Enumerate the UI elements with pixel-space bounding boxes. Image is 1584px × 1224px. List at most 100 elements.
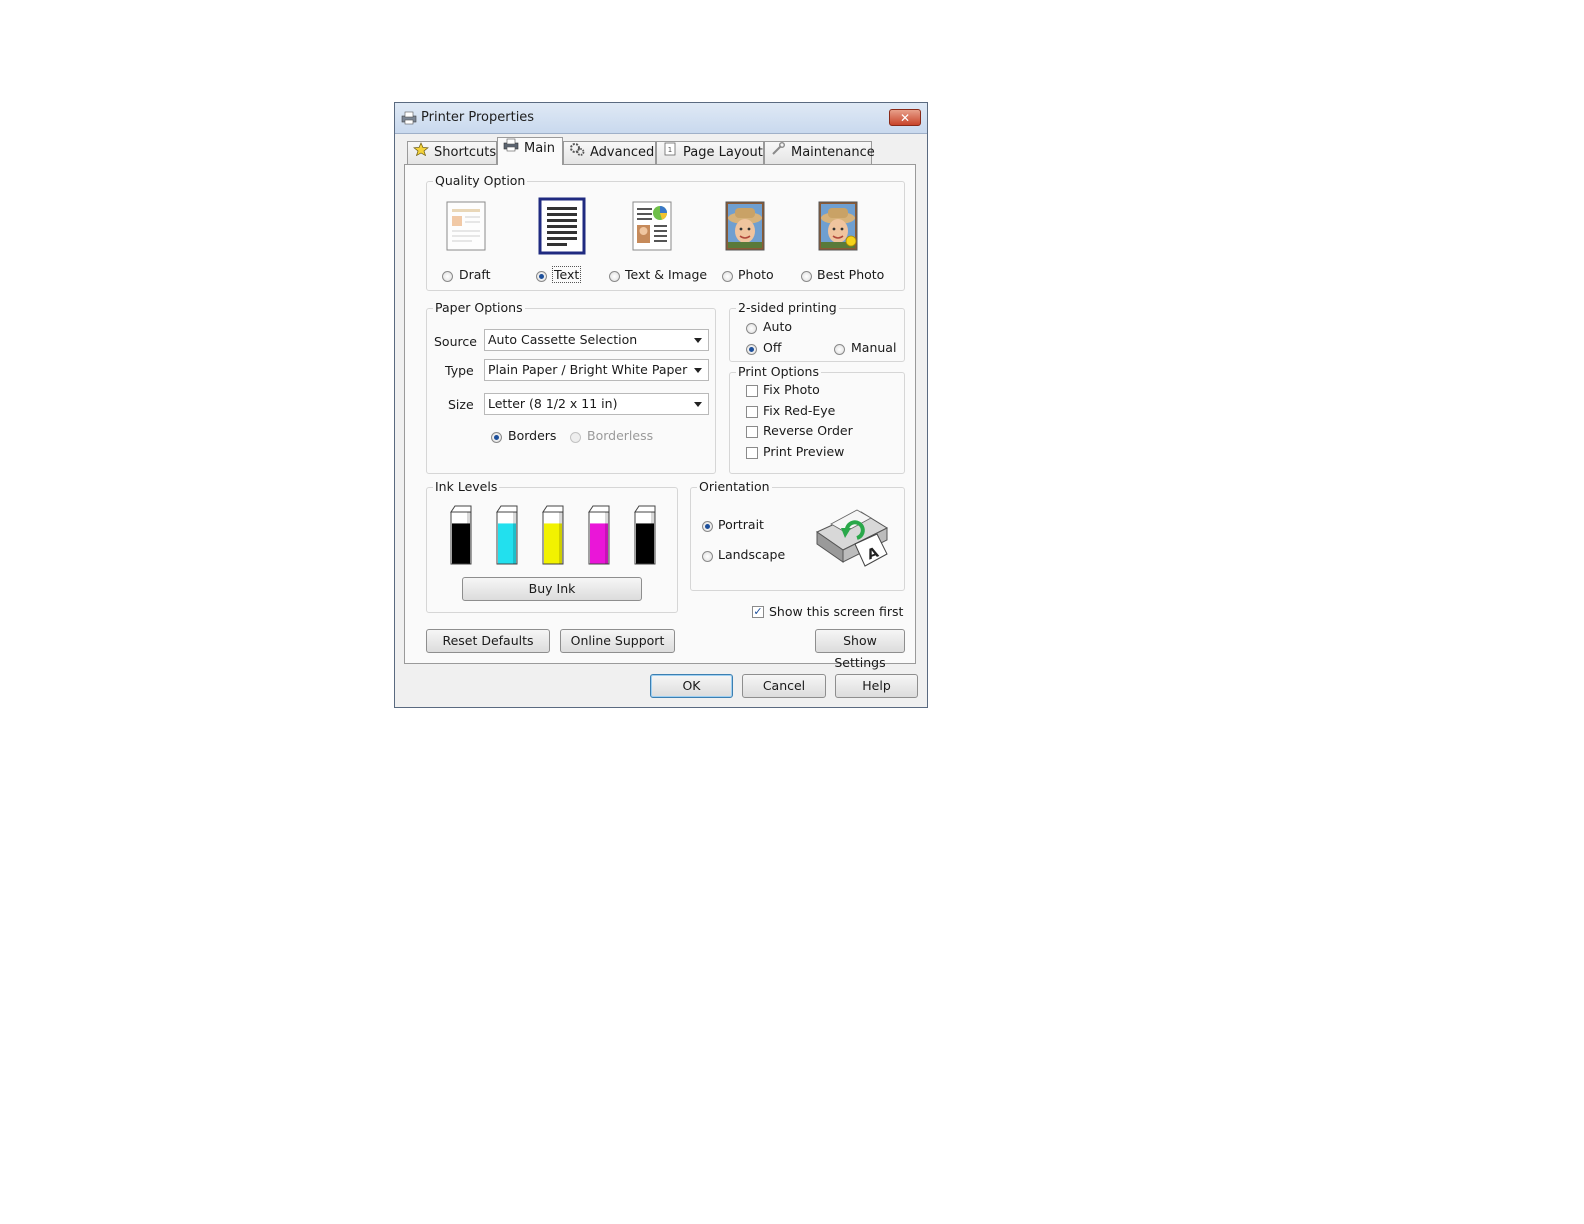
best-photo-icon (818, 201, 858, 251)
help-button[interactable]: Help (835, 674, 918, 698)
quality-text-label: Text (552, 266, 582, 283)
borderless-radio[interactable] (570, 432, 581, 443)
quality-best-photo-label: Best Photo (817, 267, 885, 282)
reverse-order-checkbox[interactable] (746, 426, 758, 438)
landscape-radio[interactable] (702, 551, 713, 562)
tab-advanced[interactable]: Advanced (563, 141, 656, 164)
text-image-page-icon (632, 201, 672, 251)
tab-shortcuts[interactable]: Shortcuts (407, 141, 497, 164)
tab-maintenance[interactable]: Maintenance (764, 141, 875, 164)
tab-page-layout[interactable]: 1 Page Layout (656, 141, 764, 164)
cancel-button[interactable]: Cancel (742, 674, 826, 698)
main-tab-panel: Quality Option Draft Text Text & Image P… (404, 164, 916, 670)
fix-photo-checkbox[interactable] (746, 385, 758, 397)
source-value: Auto Cassette Selection (488, 332, 638, 347)
text-page-icon (538, 197, 586, 255)
quality-photo-radio[interactable] (722, 271, 733, 282)
duplex-auto-label: Auto (763, 319, 793, 334)
source-select[interactable]: Auto Cassette Selection (484, 329, 709, 351)
type-value: Plain Paper / Bright White Paper (488, 362, 688, 377)
quality-photo-label: Photo (738, 267, 774, 282)
ink-levels-group: Ink Levels Buy Ink (426, 479, 678, 613)
online-support-label: Online Support (570, 633, 665, 648)
online-support-button[interactable]: Online Support (560, 629, 675, 653)
reset-defaults-button[interactable]: Reset Defaults (426, 629, 550, 653)
type-select[interactable]: Plain Paper / Bright White Paper (484, 359, 709, 381)
photo-icon (725, 201, 765, 251)
size-select[interactable]: Letter (8 1/2 x 11 in) (484, 393, 709, 415)
ok-button[interactable]: OK (650, 674, 733, 698)
two-sided-printing-label: 2-sided printing (736, 300, 839, 315)
printer-icon (502, 138, 520, 160)
printer-orientation-icon: A (815, 509, 889, 567)
tab-label: Page Layout (683, 145, 763, 160)
buy-ink-button[interactable]: Buy Ink (462, 577, 642, 601)
buy-ink-label: Buy Ink (528, 581, 576, 596)
ink-cartridge-4 (634, 505, 656, 565)
ink-cartridge-1 (496, 505, 518, 565)
wrench-icon (769, 142, 787, 164)
close-icon: ✕ (899, 111, 911, 125)
page-icon: 1 (661, 142, 679, 164)
ink-cartridge-0 (450, 505, 472, 565)
show-settings-label: Show Settings (834, 633, 886, 670)
svg-text:1: 1 (668, 146, 672, 154)
chevron-down-icon (694, 338, 702, 343)
portrait-radio[interactable] (702, 521, 713, 532)
printer-properties-dialog: Printer Properties ✕ Shortcuts Main Adva… (394, 102, 928, 708)
fix-red-eye-checkbox[interactable] (746, 406, 758, 418)
size-label: Size (448, 397, 474, 412)
show-screen-first-label: Show this screen first (769, 604, 904, 619)
print-preview-label: Print Preview (763, 444, 845, 459)
quality-draft-radio[interactable] (442, 271, 453, 282)
borders-label: Borders (508, 428, 557, 443)
ink-cartridge-2 (542, 505, 564, 565)
chevron-down-icon (694, 368, 702, 373)
duplex-manual-radio[interactable] (834, 344, 845, 355)
quality-text-image-label: Text & Image (625, 267, 708, 282)
show-screen-first-checkbox[interactable]: ✓ (752, 606, 764, 618)
portrait-label: Portrait (718, 517, 764, 532)
print-options-group: Print Options Fix Photo Fix Red-Eye Reve… (729, 364, 905, 474)
fix-photo-label: Fix Photo (763, 382, 820, 397)
ink-cartridge-3 (588, 505, 610, 565)
quality-option-group: Quality Option Draft Text Text & Image P… (426, 173, 905, 291)
size-value: Letter (8 1/2 x 11 in) (488, 396, 618, 411)
quality-draft-label: Draft (459, 267, 491, 282)
orientation-label: Orientation (697, 479, 772, 494)
printer-icon (401, 111, 417, 128)
help-label: Help (862, 678, 891, 693)
source-label: Source (434, 334, 477, 349)
duplex-auto-radio[interactable] (746, 323, 757, 334)
star-icon (412, 142, 430, 164)
cancel-label: Cancel (762, 678, 806, 693)
two-sided-printing-group: 2-sided printing Auto Off Manual (729, 300, 905, 362)
duplex-off-label: Off (763, 340, 782, 355)
print-options-label: Print Options (736, 364, 821, 379)
close-button[interactable]: ✕ (889, 109, 921, 126)
paper-options-label: Paper Options (433, 300, 525, 315)
gears-icon (568, 142, 586, 164)
tab-label: Shortcuts (434, 145, 497, 160)
tab-main[interactable]: Main (497, 137, 563, 165)
quality-best-photo-radio[interactable] (801, 271, 812, 282)
borderless-label: Borderless (587, 428, 654, 443)
landscape-label: Landscape (718, 547, 786, 562)
print-preview-checkbox[interactable] (746, 447, 758, 459)
title-bar: Printer Properties ✕ (395, 103, 927, 134)
paper-options-group: Paper Options Source Auto Cassette Selec… (426, 300, 716, 474)
fix-red-eye-label: Fix Red-Eye (763, 403, 836, 418)
tab-label: Main (524, 141, 556, 156)
check-icon: ✓ (753, 605, 763, 618)
window-title: Printer Properties (421, 110, 535, 125)
borders-radio[interactable] (491, 432, 502, 443)
quality-text-radio[interactable] (536, 271, 547, 282)
ink-levels-label: Ink Levels (433, 479, 500, 494)
type-label: Type (445, 363, 474, 378)
show-settings-button[interactable]: Show Settings (815, 629, 905, 670)
quality-text-image-radio[interactable] (609, 271, 620, 282)
tab-label: Maintenance (791, 145, 875, 160)
reverse-order-label: Reverse Order (763, 423, 853, 438)
duplex-off-radio[interactable] (746, 344, 757, 355)
tab-label: Advanced (590, 145, 655, 160)
